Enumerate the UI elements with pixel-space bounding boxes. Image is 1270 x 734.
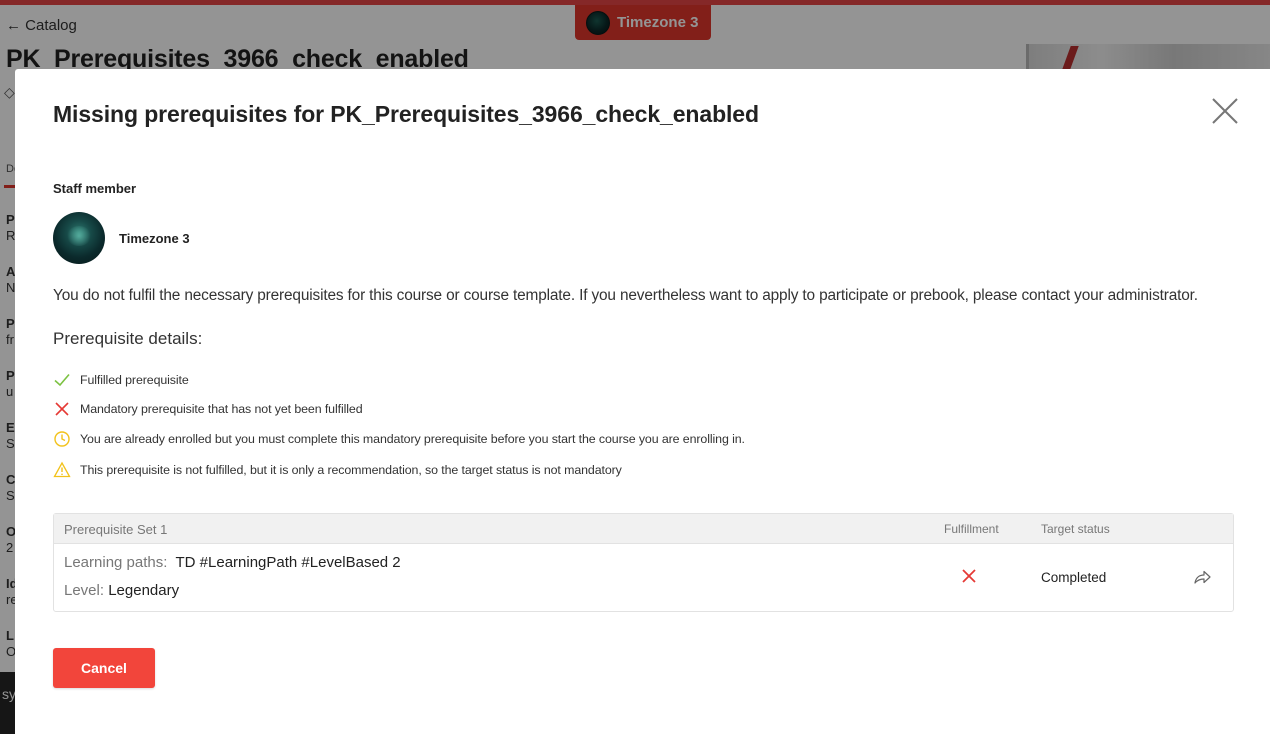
- learning-path-cell: Learning paths: TD #LearningPath #LevelB…: [64, 554, 401, 571]
- avatar: [53, 212, 105, 264]
- checkmark-icon: [53, 371, 71, 389]
- prerequisite-set-title: Prerequisite Set 1: [64, 522, 168, 537]
- level-cell: Level: Legendary: [64, 582, 180, 599]
- column-header-fulfillment: Fulfillment: [944, 522, 999, 536]
- warning-icon: [53, 461, 71, 479]
- legend-item: You are already enrolled but you must co…: [53, 430, 745, 448]
- share-icon: [1194, 570, 1211, 584]
- dialog-title: Missing prerequisites for PK_Prerequisit…: [53, 101, 759, 127]
- share-button[interactable]: [1192, 568, 1212, 586]
- close-button[interactable]: [1208, 94, 1242, 128]
- target-status-value: Completed: [1041, 570, 1107, 585]
- column-header-target-status: Target status: [1041, 522, 1110, 536]
- clock-icon: [53, 430, 71, 448]
- learning-path-name: TD #LearningPath #LevelBased 2: [175, 554, 401, 571]
- cross-icon: [53, 400, 71, 418]
- staff-member-name: Timezone 3: [119, 231, 190, 246]
- cross-icon: [960, 567, 978, 585]
- legend-item: Fulfilled prerequisite: [53, 371, 189, 389]
- level-value: Legendary: [108, 582, 180, 599]
- staff-member-label: Staff member: [53, 181, 137, 196]
- close-icon: [1212, 98, 1238, 124]
- prerequisite-details-heading: Prerequisite details:: [53, 329, 203, 348]
- prerequisite-notice: You do not fulfil the necessary prerequi…: [53, 287, 1198, 304]
- prerequisite-table: Prerequisite Set 1 Fulfillment Target st…: [53, 513, 1234, 612]
- missing-prerequisites-dialog: Missing prerequisites for PK_Prerequisit…: [15, 69, 1270, 734]
- cancel-button[interactable]: Cancel: [53, 648, 155, 688]
- legend-item: Mandatory prerequisite that has not yet …: [53, 400, 363, 418]
- legend-item: This prerequisite is not fulfilled, but …: [53, 461, 622, 479]
- table-header: Prerequisite Set 1 Fulfillment Target st…: [54, 514, 1233, 544]
